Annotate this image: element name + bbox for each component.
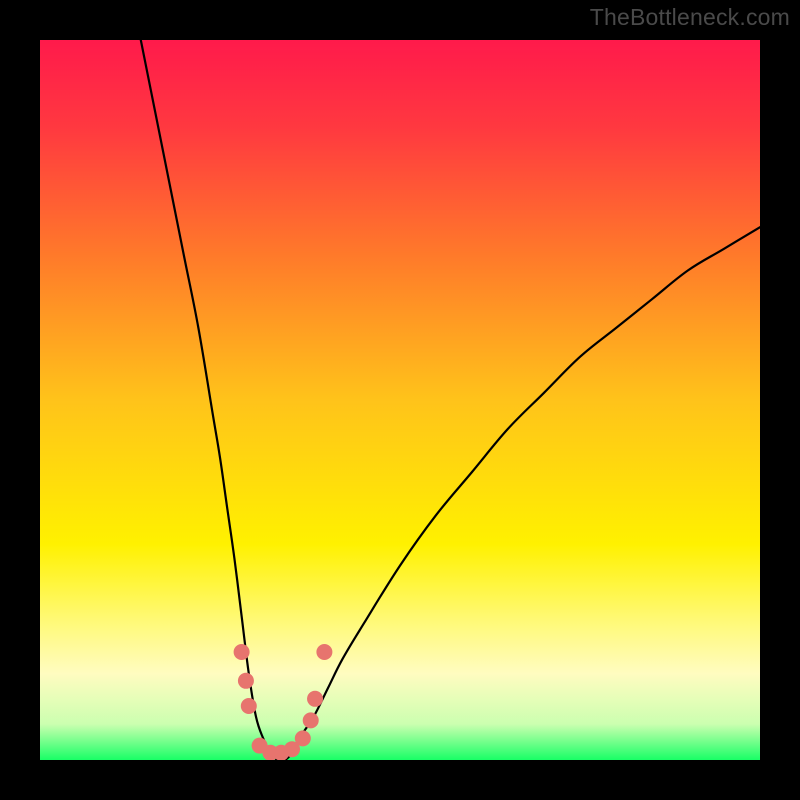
bottleneck-plot: [40, 40, 760, 760]
curve-marker: [295, 730, 311, 746]
plot-svg: [40, 40, 760, 760]
curve-marker: [241, 698, 257, 714]
curve-marker: [238, 673, 254, 689]
chart-frame: TheBottleneck.com: [0, 0, 800, 800]
curve-marker: [234, 644, 250, 660]
curve-marker: [307, 691, 323, 707]
curve-marker: [303, 712, 319, 728]
curve-marker: [316, 644, 332, 660]
watermark-text: TheBottleneck.com: [590, 4, 790, 31]
